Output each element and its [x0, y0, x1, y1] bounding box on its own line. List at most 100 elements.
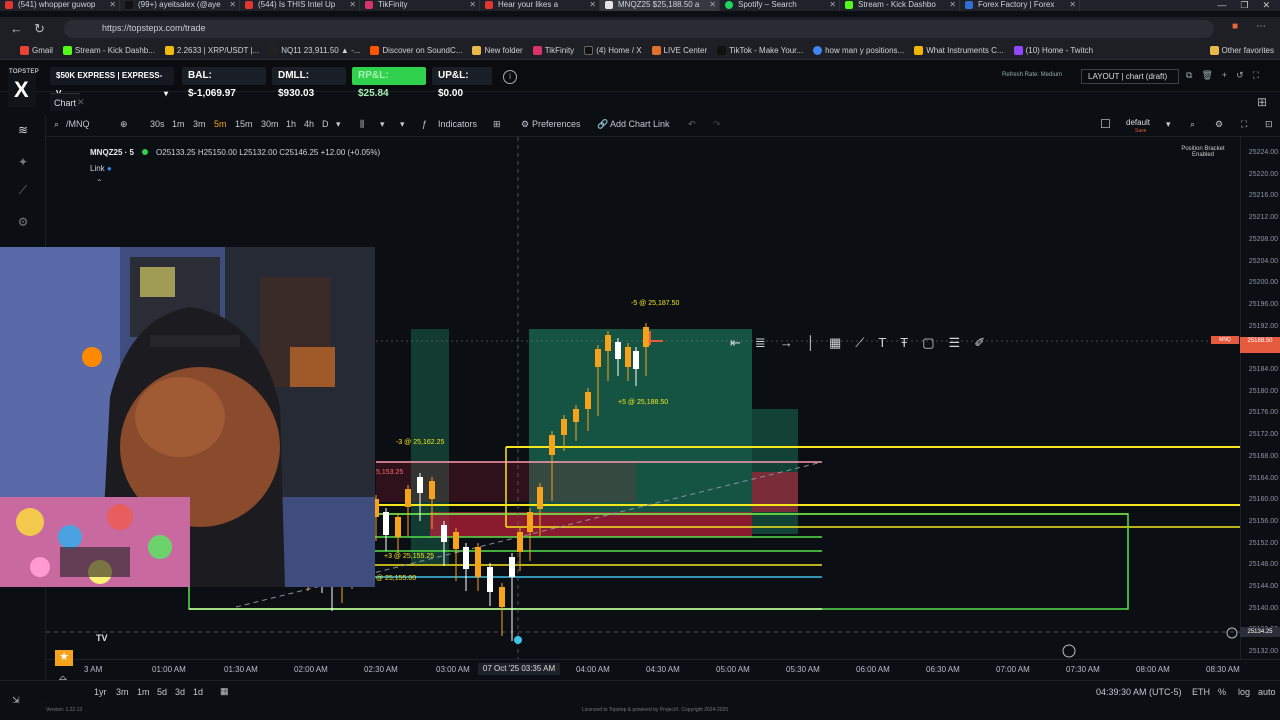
tf-30s[interactable]: 30s — [150, 119, 165, 129]
add-symbol-icon[interactable]: ⊕ — [120, 119, 128, 130]
indicators-icon[interactable]: ƒ — [422, 119, 427, 129]
candle-type-icon[interactable]: ⫼ — [360, 119, 364, 130]
calendar-icon[interactable]: ▦ — [220, 686, 229, 697]
link-icon[interactable]: 🔗 — [597, 119, 608, 130]
symbol-search[interactable]: /MNQ — [66, 119, 90, 129]
bookmark[interactable]: Stream - Kick Dashb... — [62, 45, 155, 55]
text-icon[interactable]: T — [878, 335, 886, 355]
templates-icon[interactable]: ⊞ — [493, 119, 501, 130]
tf-d[interactable]: D — [322, 119, 329, 129]
dom-icon[interactable]: ≋ — [15, 123, 31, 139]
bookmark[interactable]: TikFinity — [532, 45, 574, 55]
settings-icon[interactable]: ⚙ — [15, 215, 31, 231]
bookmark[interactable]: (4) Home / X — [584, 45, 642, 55]
undo-icon[interactable]: ↶ — [688, 119, 696, 130]
close-icon[interactable]: ✕ — [589, 0, 596, 9]
browser-tab[interactable]: Forex Factory | Forex ✕ — [960, 0, 1080, 11]
undo-icon[interactable]: ↺ — [1236, 70, 1244, 81]
close-icon[interactable]: ✕ — [829, 0, 836, 9]
grid-icon[interactable]: ▦ — [829, 335, 841, 355]
eraser-icon[interactable]: ✐ — [974, 335, 985, 355]
tf-30m[interactable]: 30m — [261, 119, 279, 129]
range-1d[interactable]: 1d — [193, 687, 203, 697]
zoom-icon[interactable]: ⌕ — [1190, 119, 1195, 130]
fullscreen-icon[interactable]: ⛶ — [1241, 119, 1247, 130]
collapse-icon[interactable]: ⌃ — [96, 178, 103, 187]
layout-selector[interactable]: LAYOUT | chart (draft) — [1081, 69, 1179, 84]
rectangle-icon[interactable]: ▢ — [922, 335, 934, 355]
trade-icon[interactable]: ⟋ — [15, 183, 31, 199]
percent-toggle[interactable]: % — [1218, 687, 1226, 697]
close-icon[interactable]: ✕ — [1069, 0, 1076, 9]
camera-icon[interactable]: ⊡ — [1265, 119, 1273, 130]
add-panel-icon[interactable]: ⊞ — [1257, 95, 1267, 109]
bookmark[interactable]: What Instruments C... — [914, 45, 1004, 55]
search-icon[interactable]: ⌕ — [54, 119, 59, 130]
range-3d[interactable]: 3d — [175, 687, 185, 697]
session-toggle[interactable]: ETH — [1192, 687, 1210, 697]
star-icon[interactable]: ★ — [55, 650, 73, 666]
bookmark[interactable]: (10) Home - Twitch — [1013, 45, 1093, 55]
indicators-button[interactable]: Indicators — [438, 119, 477, 129]
tf-3m[interactable]: 3m — [193, 119, 206, 129]
browser-tab[interactable]: Stream - Kick Dashbo ✕ — [840, 0, 960, 11]
template-save[interactable]: Save — [1135, 128, 1146, 134]
bookmark[interactable]: Discover on SoundC... — [370, 45, 462, 55]
maximize-icon[interactable]: ❐ — [1240, 0, 1248, 11]
range-3m[interactable]: 3m — [116, 687, 129, 697]
crosshair-add-icon[interactable] — [1226, 627, 1238, 639]
bookmark[interactable]: 2.2633 | XRP/USDT |... — [164, 45, 259, 55]
browser-tab[interactable]: Spotify – Search ✕ — [720, 0, 840, 11]
browser-tab[interactable]: Hear your likes a ✕ — [480, 0, 600, 11]
close-icon[interactable]: ✕ — [949, 0, 956, 9]
align-icon[interactable]: ≣ — [755, 335, 766, 355]
account-selector[interactable]: $50K EXPRESS | EXPRESS-V... ▾ — [50, 67, 174, 98]
order-label[interactable]: +5 @ 25,188.50 — [618, 399, 668, 406]
align-left-icon[interactable]: ⇤ — [730, 335, 741, 355]
minimize-icon[interactable]: — — [1217, 0, 1226, 11]
close-icon[interactable]: ✕ — [469, 0, 476, 9]
bookmark[interactable]: Gmail — [20, 45, 53, 55]
alert-icon[interactable] — [1062, 644, 1076, 658]
browser-tab[interactable]: TikFinity ✕ — [360, 0, 480, 11]
order-label[interactable]: -5 @ 25,187.50 — [631, 300, 679, 307]
tf-1h[interactable]: 1h — [286, 119, 296, 129]
price-axis[interactable]: 25224.00 25220.00 25216.00 25212.00 25208.00… — [1240, 137, 1280, 659]
browser-tab[interactable]: (541) whopper guwop ✕ — [0, 0, 120, 11]
browser-tab-active[interactable]: MNQZ25 $25,188.50 a ✕ — [600, 0, 720, 11]
bookmark[interactable]: how man y positions... — [813, 45, 904, 55]
browser-tab[interactable]: (99+) ayeitsalex (@aye ✕ — [120, 0, 240, 11]
bookmark[interactable]: New folder — [472, 45, 523, 55]
ray-icon[interactable]: → — [780, 335, 793, 355]
close-icon[interactable]: ✕ — [709, 0, 716, 9]
other-favorites[interactable]: Other favorites — [1209, 45, 1280, 55]
template-selector[interactable]: default — [1126, 118, 1150, 127]
gear-icon[interactable]: ⚙ — [521, 119, 529, 130]
settings-icon[interactable]: ⚙ — [1215, 119, 1223, 130]
info-icon[interactable]: i — [503, 70, 517, 84]
range-1yr[interactable]: 1yr — [94, 687, 107, 697]
checkbox-icon[interactable]: ☐ — [1100, 117, 1111, 131]
menu-icon[interactable]: ⋯ — [1256, 21, 1266, 32]
order-label[interactable]: 5,153.25 — [376, 469, 403, 476]
add-icon[interactable]: + — [1222, 70, 1227, 81]
close-icon[interactable]: ✕ — [349, 0, 356, 9]
close-icon[interactable]: ✕ — [229, 0, 236, 9]
range-5d[interactable]: 5d — [157, 687, 167, 697]
log-toggle[interactable]: log — [1238, 687, 1250, 697]
chevron-down-icon[interactable]: ▾ — [380, 119, 385, 130]
text-box-icon[interactable]: Ŧ — [900, 335, 908, 355]
tf-15m[interactable]: 15m — [235, 119, 253, 129]
back-icon[interactable]: ← — [10, 21, 23, 36]
url-field[interactable]: https://topstepx.com/trade — [64, 20, 1214, 38]
bookmark[interactable]: TikTok - Make Your... — [717, 45, 803, 55]
chevron-down-icon[interactable]: ▾ — [336, 119, 341, 130]
bookmark[interactable]: NQ11 23,911.50 ▲ -... — [269, 45, 360, 55]
expand-icon[interactable]: ⛶ — [1253, 70, 1259, 81]
range-1m[interactable]: 1m — [137, 687, 150, 697]
order-label[interactable]: +3 @ 25,155.25 — [384, 553, 434, 560]
tf-4h[interactable]: 4h — [304, 119, 314, 129]
time-axis[interactable]: 3 AM 01:00 AM 01:30 AM 02:00 AM 02:30 AM 03:0… — [46, 659, 1280, 679]
preferences-button[interactable]: Preferences — [532, 119, 581, 129]
browser-tab[interactable]: (544) Is THIS Intel Up ✕ — [240, 0, 360, 11]
